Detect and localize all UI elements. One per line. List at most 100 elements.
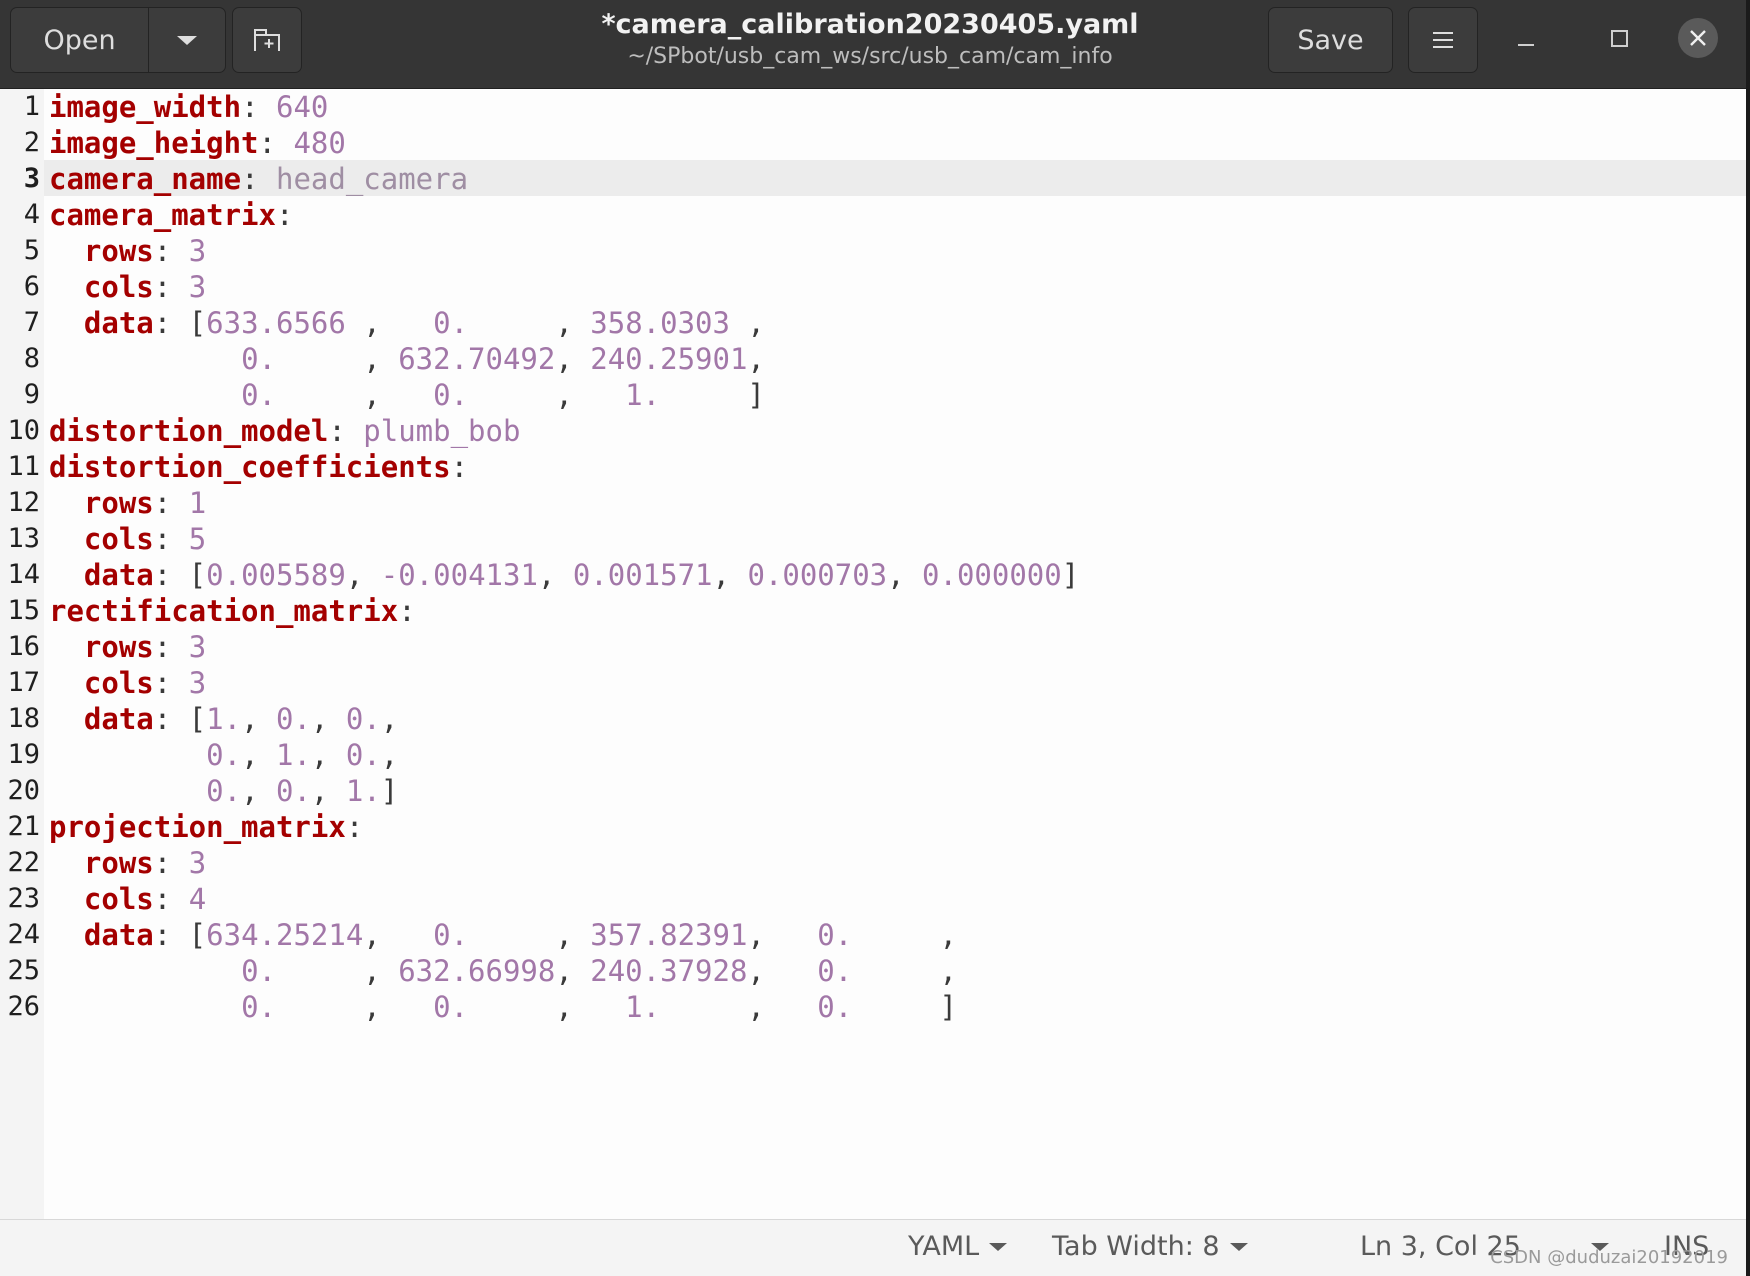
chevron-down-icon [989, 1242, 1008, 1251]
open-button[interactable]: Open [11, 8, 149, 72]
yaml-value: -0.004131 [380, 558, 538, 592]
yaml-value: 0.000000 [922, 558, 1062, 592]
yaml-punctuation [49, 702, 84, 736]
yaml-value: 5 [188, 522, 207, 556]
yaml-key: image_width [49, 90, 242, 124]
line-text: 0., 0., 1.] [49, 773, 398, 809]
line-text: image_height: 480 [49, 125, 346, 161]
yaml-value: 0. [398, 378, 556, 412]
yaml-value: 3 [188, 666, 207, 700]
yaml-punctuation: , [241, 738, 276, 772]
yaml-punctuation: , [712, 558, 748, 592]
yaml-value: 358.0303 [590, 306, 748, 340]
yaml-punctuation [49, 558, 84, 592]
yaml-key: rectification_matrix [49, 594, 399, 628]
yaml-punctuation: : [398, 594, 416, 628]
yaml-value: 0.001571 [572, 558, 713, 592]
yaml-punctuation: : [153, 666, 189, 700]
line-text: 0. , 0. , 1. , 0. ] [49, 989, 957, 1025]
line-number: 17 [7, 667, 40, 698]
yaml-value: 1. [206, 702, 242, 736]
line-text: projection_matrix: [49, 809, 363, 845]
yaml-punctuation [49, 846, 84, 880]
yaml-punctuation: : [153, 522, 189, 556]
line-number: 11 [7, 451, 40, 482]
minimize-icon [1518, 44, 1534, 46]
line-number: 23 [7, 883, 40, 914]
new-tab-button[interactable] [232, 7, 302, 73]
yaml-punctuation: ] [939, 990, 957, 1024]
line-number: 21 [7, 811, 40, 842]
yaml-value: 0. [345, 738, 381, 772]
yaml-value: 0. [398, 990, 556, 1024]
line-number: 20 [7, 775, 40, 806]
line-number: 13 [7, 523, 40, 554]
line-number: 24 [7, 919, 40, 950]
yaml-punctuation: , [747, 990, 783, 1024]
yaml-key: image_height [49, 126, 259, 160]
yaml-key: cols [83, 882, 154, 916]
save-button[interactable]: Save [1268, 7, 1393, 73]
menu-button[interactable] [1408, 7, 1478, 73]
tab-width-selector[interactable]: Tab Width: 8 [1052, 1231, 1248, 1262]
yaml-punctuation: ] [380, 774, 399, 808]
yaml-value: 3 [188, 270, 207, 304]
yaml-punctuation: , [310, 738, 346, 772]
line-text: rows: 1 [49, 485, 206, 521]
yaml-punctuation: , [310, 774, 346, 808]
yaml-value: 1 [188, 486, 207, 520]
yaml-value: 0. [398, 306, 556, 340]
yaml-key: data [83, 306, 154, 340]
yaml-key: data [83, 558, 154, 592]
yaml-punctuation: : [450, 450, 469, 484]
yaml-punctuation: , [555, 306, 591, 340]
yaml-value: 0. [276, 702, 311, 736]
yaml-value: 632.66998 [398, 954, 556, 988]
yaml-punctuation: : [ [153, 306, 207, 340]
yaml-punctuation: : [153, 882, 189, 916]
yaml-punctuation [49, 918, 84, 952]
yaml-punctuation [49, 378, 241, 412]
yaml-punctuation: , [555, 918, 591, 952]
title-area: *camera_calibration20230405.yaml ~/SPbot… [560, 8, 1180, 72]
yaml-value: 0. [398, 918, 556, 952]
line-number: 1 [23, 91, 40, 122]
yaml-punctuation [49, 486, 84, 520]
yaml-punctuation: : [345, 810, 364, 844]
minimize-button[interactable] [1518, 18, 1558, 58]
yaml-value: 0. [206, 738, 242, 772]
window-subtitle: ~/SPbot/usb_cam_ws/src/usb_cam/cam_info [627, 44, 1113, 69]
yaml-value: 0.005589 [206, 558, 346, 592]
yaml-punctuation: : [ [153, 558, 207, 592]
language-selector[interactable]: YAML [908, 1231, 1008, 1262]
header-bar: Open *camera_calibration20230405.yaml ~/… [0, 0, 1746, 89]
yaml-value: 357.82391 [590, 918, 748, 952]
yaml-value: 3 [188, 846, 207, 880]
line-number: 19 [7, 739, 40, 770]
hamburger-icon [1433, 32, 1453, 34]
maximize-button[interactable] [1599, 18, 1639, 58]
yaml-value: 633.6566 [206, 306, 364, 340]
yaml-punctuation [49, 630, 84, 664]
line-text: cols: 3 [49, 269, 206, 305]
open-dropdown-button[interactable] [148, 8, 225, 72]
close-button[interactable] [1678, 18, 1718, 58]
yaml-punctuation: , [380, 702, 399, 736]
editor-window: Open *camera_calibration20230405.yaml ~/… [0, 0, 1746, 1276]
line-text: 0. , 632.66998, 240.37928, 0. , [49, 953, 957, 989]
yaml-punctuation: , [555, 378, 591, 412]
text-editor[interactable]: 1 image_width: 640 2 image_height: 480 3 came… [0, 89, 1746, 1219]
yaml-punctuation [49, 522, 84, 556]
yaml-key: distortion_model [49, 414, 329, 448]
close-icon [1690, 30, 1706, 46]
yaml-value: 4 [188, 882, 207, 916]
yaml-value: 634.25214 [206, 918, 364, 952]
yaml-value: 640 [275, 90, 329, 124]
yaml-punctuation: , [939, 918, 957, 952]
yaml-punctuation: : [328, 414, 364, 448]
line-number: 6 [23, 271, 40, 302]
yaml-key: rows [83, 630, 154, 664]
yaml-value: 1. [590, 990, 748, 1024]
yaml-punctuation: ] [1061, 558, 1080, 592]
yaml-key: projection_matrix [49, 810, 346, 844]
